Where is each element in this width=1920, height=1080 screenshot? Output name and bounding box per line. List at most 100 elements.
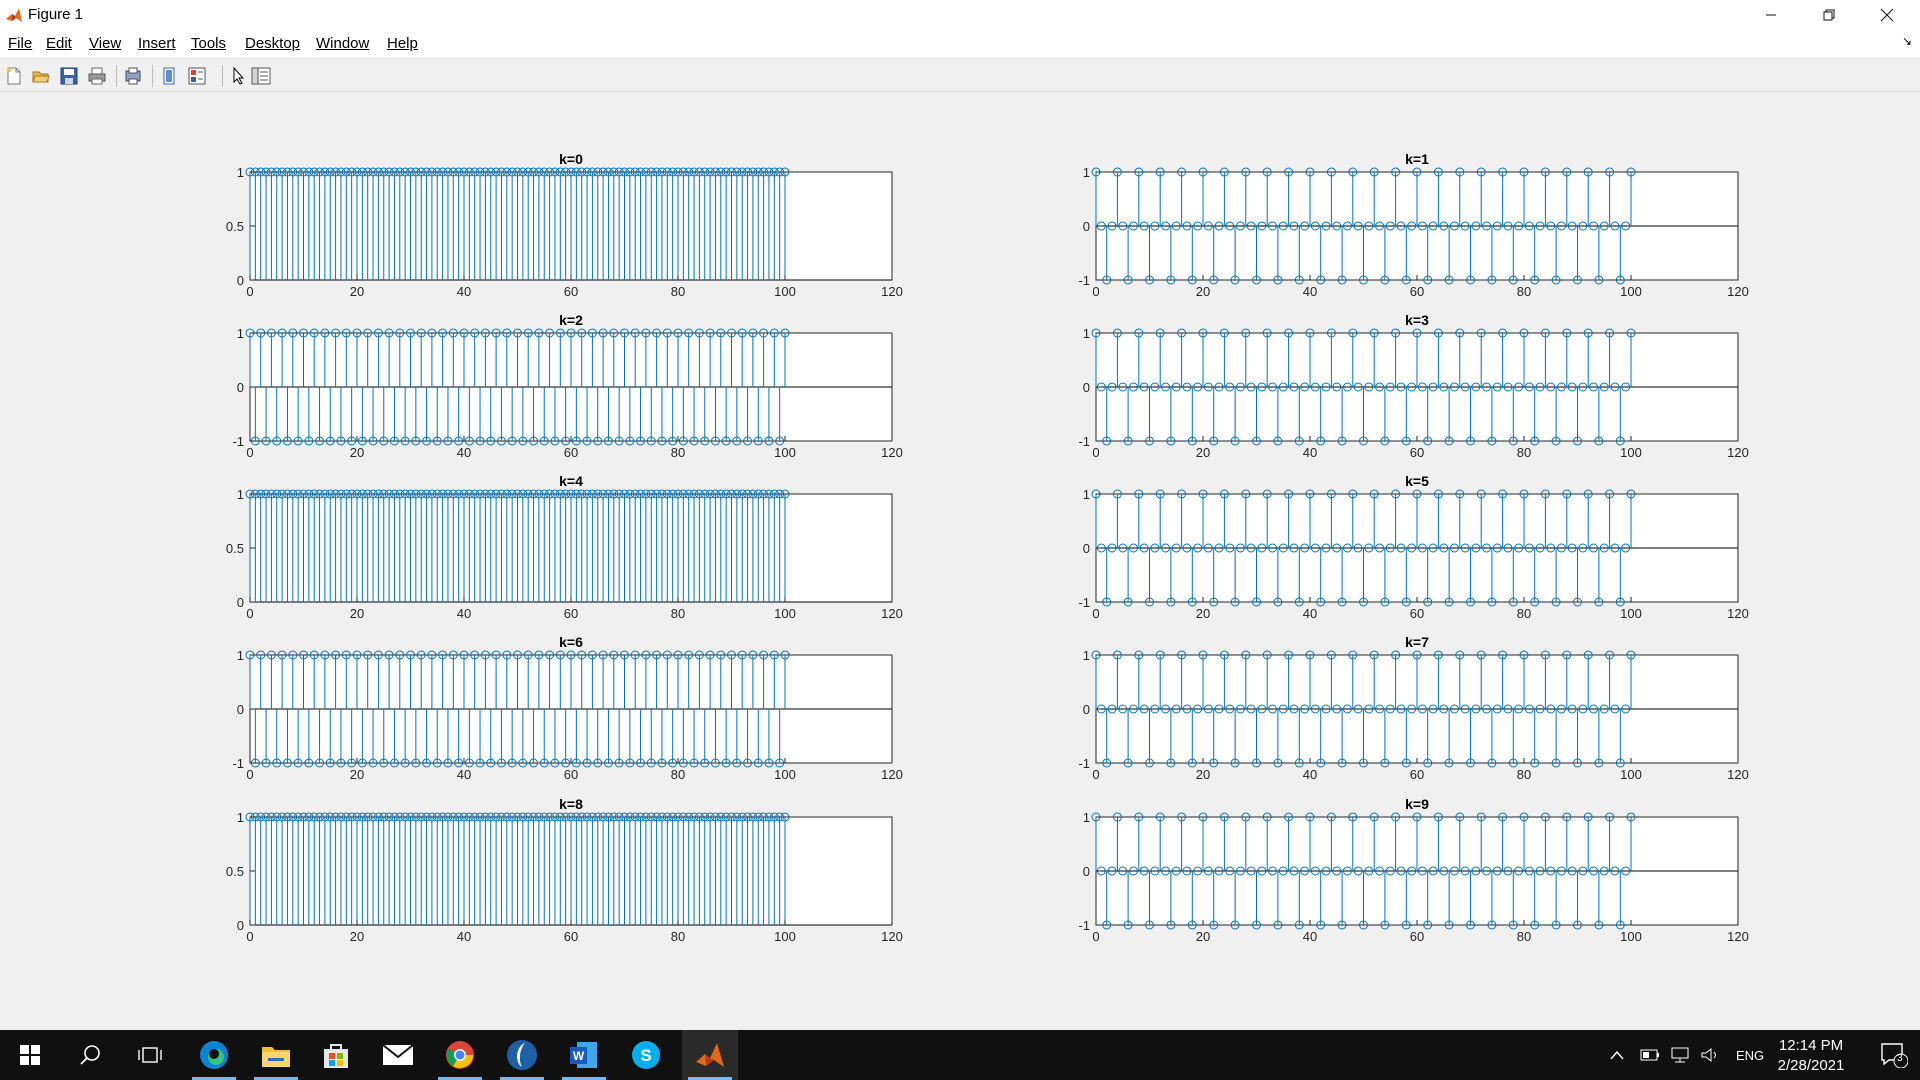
windows-logo-icon <box>20 1045 40 1065</box>
taskbar-chrome[interactable] <box>432 1030 488 1080</box>
taskbar-matlab[interactable] <box>682 1030 738 1080</box>
y-tick-label: 0.5 <box>226 864 244 879</box>
subplot-title: k=0 <box>559 151 583 167</box>
plot-browser-icon <box>163 67 175 85</box>
show-hidden-icons[interactable] <box>1610 1030 1624 1080</box>
x-tick-label: 60 <box>1410 767 1424 782</box>
network-status[interactable] <box>1670 1030 1690 1080</box>
x-tick-label: 40 <box>457 606 471 621</box>
search-button[interactable] <box>62 1030 118 1080</box>
y-tick-label: 1 <box>1083 810 1090 825</box>
open-property-inspector-button[interactable] <box>250 65 272 87</box>
undock-arrow-icon[interactable]: ↘ <box>1902 34 1912 48</box>
x-tick-label: 0 <box>1092 929 1099 944</box>
x-tick-label: 60 <box>564 445 578 460</box>
subplot-title: k=6 <box>559 634 583 650</box>
x-tick-label: 100 <box>774 284 796 299</box>
start-button[interactable] <box>2 1030 58 1080</box>
x-tick-label: 40 <box>1303 284 1317 299</box>
y-tick-label: -1 <box>1078 595 1090 610</box>
language-indicator[interactable]: ENG <box>1736 1030 1764 1080</box>
x-tick-label: 0 <box>1092 445 1099 460</box>
x-tick-label: 40 <box>457 767 471 782</box>
y-tick-label: -1 <box>1078 273 1090 288</box>
menu-help[interactable]: Help <box>387 35 418 52</box>
taskbar-blue-app[interactable] <box>494 1030 550 1080</box>
menu-desktop[interactable]: Desktop <box>245 35 300 52</box>
menu-file[interactable]: File <box>8 35 32 52</box>
menu-window[interactable]: Window <box>316 35 369 52</box>
x-tick-label: 60 <box>1410 445 1424 460</box>
print-preview-button[interactable] <box>122 65 144 87</box>
y-tick-label: 1 <box>237 810 244 825</box>
x-tick-label: 100 <box>774 445 796 460</box>
toolbar-separator <box>116 65 117 87</box>
close-button[interactable] <box>1858 0 1916 30</box>
new-figure-button[interactable] <box>3 65 25 87</box>
x-tick-label: 120 <box>881 445 903 460</box>
open-file-button[interactable] <box>30 65 52 87</box>
open-folder-icon <box>32 71 50 83</box>
subplot-k=3: 0 20 40 60 80 100 120-101k=3 <box>1078 312 1748 460</box>
x-tick-label: 60 <box>564 606 578 621</box>
x-tick-label: 80 <box>1517 445 1531 460</box>
menu-view[interactable]: View <box>89 35 121 52</box>
menu-edit[interactable]: Edit <box>46 35 72 52</box>
taskbar-edge[interactable] <box>186 1030 242 1080</box>
taskbar-skype[interactable]: S <box>618 1030 674 1080</box>
x-tick-label: 20 <box>1196 445 1210 460</box>
show-plot-tools-button[interactable] <box>186 65 208 87</box>
edit-plot-button[interactable] <box>228 65 250 87</box>
figure-toolbar <box>0 59 1920 92</box>
subplot-title: k=8 <box>559 796 583 812</box>
x-tick-label: 100 <box>1620 445 1642 460</box>
action-center-button[interactable]: 3 <box>1880 1042 1909 1069</box>
battery-status[interactable] <box>1640 1030 1660 1080</box>
x-tick-label: 40 <box>1303 929 1317 944</box>
y-tick-label: 0 <box>1083 541 1090 556</box>
subplot-title: k=1 <box>1405 151 1429 167</box>
x-tick-label: 0 <box>1092 606 1099 621</box>
x-tick-label: 80 <box>671 929 685 944</box>
taskbar-store[interactable] <box>308 1030 364 1080</box>
minimize-button[interactable] <box>1742 0 1800 30</box>
x-tick-label: 20 <box>1196 606 1210 621</box>
menu-tools[interactable]: Tools <box>191 35 226 52</box>
cursor-arrow-icon <box>233 67 245 85</box>
taskbar-file-explorer[interactable] <box>248 1030 304 1080</box>
taskbar-clock[interactable]: 12:14 PM 2/28/2021 <box>1766 1036 1856 1076</box>
menu-bar: File Edit View Insert Tools Desktop Wind… <box>0 30 1920 59</box>
x-tick-label: 80 <box>671 284 685 299</box>
x-tick-label: 100 <box>1620 929 1642 944</box>
subplot-k=4: 0 20 40 60 80 100 120 0 0.5 1 k=4 <box>226 473 903 621</box>
x-tick-label: 0 <box>1092 767 1099 782</box>
print-button[interactable] <box>86 65 108 87</box>
subplot-k=5: 0 20 40 60 80 100 120-101k=5 <box>1078 473 1748 621</box>
restore-button[interactable] <box>1800 0 1858 30</box>
subplot-title: k=2 <box>559 312 583 328</box>
x-tick-label: 60 <box>1410 929 1424 944</box>
y-tick-label: -1 <box>1078 756 1090 771</box>
task-view-button[interactable] <box>122 1030 178 1080</box>
x-tick-label: 20 <box>350 929 364 944</box>
hide-plot-tools-button[interactable] <box>158 65 180 87</box>
folder-icon <box>262 1047 290 1067</box>
subplot-title: k=5 <box>1405 473 1429 489</box>
x-tick-label: 60 <box>564 929 578 944</box>
x-tick-label: 40 <box>1303 767 1317 782</box>
menu-insert[interactable]: Insert <box>138 35 176 52</box>
chrome-icon <box>446 1041 474 1069</box>
subplot-k=1: 0 20 40 60 80 100 120-101k=1 <box>1078 151 1748 299</box>
restore-icon <box>1823 9 1835 21</box>
taskbar-word[interactable]: W <box>556 1030 612 1080</box>
y-tick-label: 1 <box>1083 487 1090 502</box>
close-icon <box>1880 8 1894 22</box>
volume-control[interactable] <box>1700 1030 1720 1080</box>
network-icon <box>1671 1047 1689 1063</box>
notification-icon <box>1881 1043 1909 1069</box>
chevron-up-icon <box>1610 1050 1624 1060</box>
save-button[interactable] <box>58 65 80 87</box>
battery-icon <box>1640 1049 1659 1061</box>
x-tick-label: 0 <box>246 606 253 621</box>
taskbar-mail[interactable] <box>370 1030 426 1080</box>
